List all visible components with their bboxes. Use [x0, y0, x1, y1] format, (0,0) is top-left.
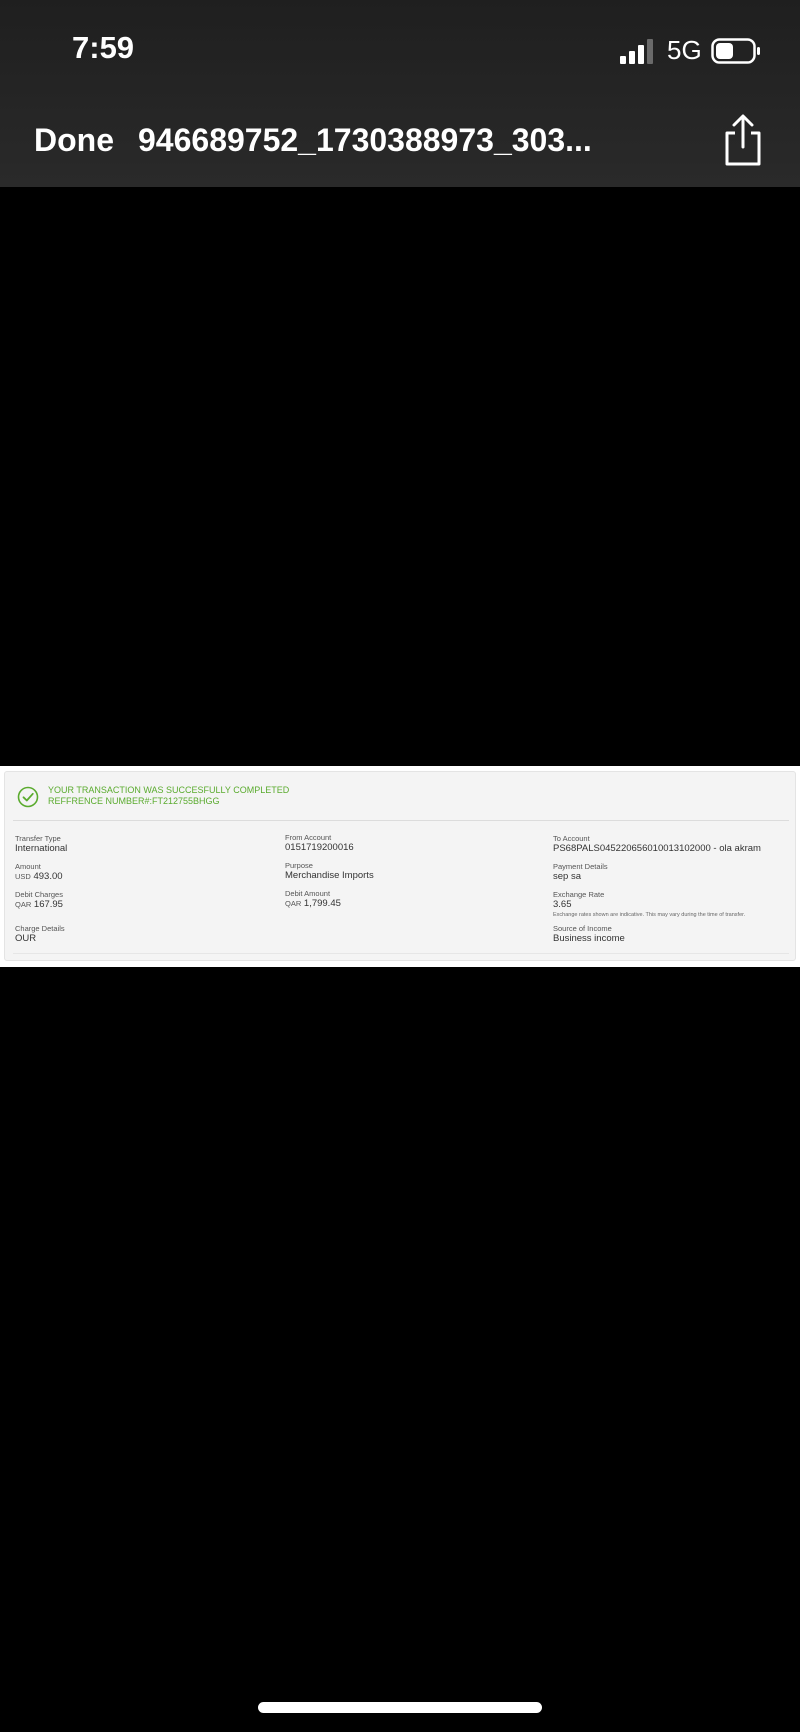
transfer-type-field: Transfer Type International: [15, 834, 67, 855]
viewer-header: 7:59 5G Done 946689752_1730388973_303...: [0, 0, 800, 187]
currency-code: USD: [15, 872, 31, 881]
field-value: 167.95: [33, 899, 63, 910]
field-label: From Account: [285, 833, 332, 842]
field-label: Debit Charges: [15, 890, 63, 899]
currency-code: QAR: [285, 899, 302, 908]
field-value: International: [15, 843, 68, 854]
field-value: 0151719200016: [285, 842, 354, 853]
to-account-field: To Account PS68PALS045220656010013102000…: [553, 834, 761, 855]
field-value: sep sa: [553, 871, 581, 882]
success-message: YOUR TRANSACTION WAS SUCCESFULLY COMPLET…: [48, 785, 290, 795]
field-label: Purpose: [285, 861, 313, 870]
battery-icon: [711, 38, 760, 64]
divider: [13, 953, 789, 954]
field-value: 493.00: [33, 871, 63, 882]
exchange-rate-note: Exchange rates shown are indicative. Thi…: [553, 912, 746, 918]
field-value: Merchandise Imports: [285, 870, 374, 881]
field-label: To Account: [553, 834, 590, 843]
home-indicator[interactable]: [258, 1702, 542, 1713]
transaction-receipt: YOUR TRANSACTION WAS SUCCESFULLY COMPLET…: [4, 771, 796, 961]
charge-details-field: Charge Details OUR: [15, 924, 65, 945]
network-type: 5G: [667, 35, 702, 65]
field-value: PS68PALS045220656010013102000 - ola akra…: [553, 843, 761, 854]
field-label: Payment Details: [553, 862, 608, 871]
field-label: Source of Income: [553, 924, 612, 933]
reference-number: REFFRENCE NUMBER#:FT212755BHGG: [48, 796, 220, 806]
done-button[interactable]: Done: [34, 122, 114, 159]
document-page: YOUR TRANSACTION WAS SUCCESFULLY COMPLET…: [0, 766, 800, 967]
debit-charges-field: Debit Charges QAR 167.95: [15, 890, 63, 911]
source-of-income-field: Source of Income Business income: [553, 924, 625, 945]
payment-details-field: Payment Details sep sa: [553, 862, 608, 883]
field-value: 3.65: [553, 899, 572, 910]
share-icon[interactable]: [720, 113, 766, 167]
field-value: Business income: [553, 933, 625, 944]
check-circle-icon: [17, 786, 39, 808]
from-account-field: From Account 0151719200016: [285, 833, 354, 854]
purpose-field: Purpose Merchandise Imports: [285, 861, 374, 882]
document-title: 946689752_1730388973_303...: [138, 122, 592, 158]
amount-field: Amount USD 493.00: [15, 862, 63, 883]
exchange-rate-field: Exchange Rate 3.65 Exchange rates shown …: [553, 890, 745, 919]
cellular-signal-icon: [620, 39, 653, 64]
field-value: OUR: [15, 933, 37, 944]
debit-amount-field: Debit Amount QAR 1,799.45: [285, 889, 341, 910]
divider: [13, 820, 789, 821]
field-value: 1,799.45: [303, 898, 341, 909]
field-label: Amount: [15, 862, 41, 871]
field-label: Debit Amount: [285, 889, 331, 898]
field-label: Transfer Type: [15, 834, 61, 843]
status-time: 7:59: [72, 30, 135, 65]
field-label: Exchange Rate: [553, 890, 605, 899]
field-label: Charge Details: [15, 924, 65, 933]
currency-code: QAR: [15, 900, 32, 909]
